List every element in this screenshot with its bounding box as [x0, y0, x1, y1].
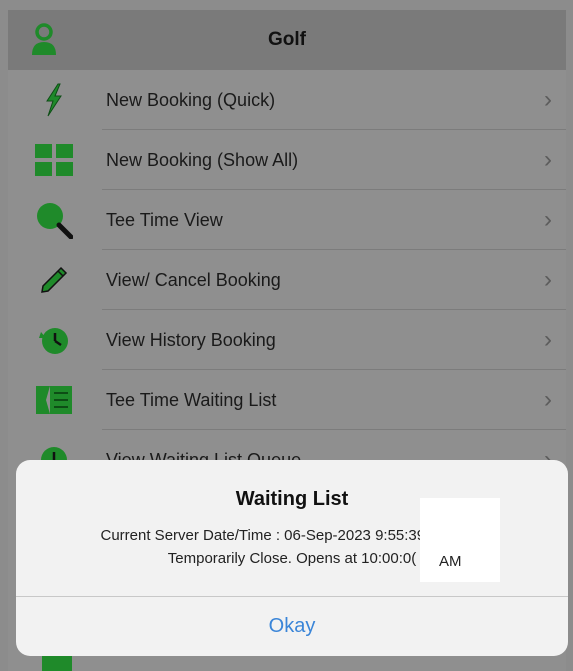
page-title: Golf [268, 29, 306, 50]
lightning-icon [34, 82, 74, 118]
history-clock-icon [34, 322, 74, 358]
chevron-right-icon: › [544, 266, 552, 293]
menu-item-label: View/ Cancel Booking [106, 270, 281, 290]
chevron-right-icon: › [544, 386, 552, 413]
menu-item-view-history-booking[interactable]: View History Booking › [8, 310, 566, 370]
okay-button[interactable]: Okay [16, 597, 568, 656]
menu-item-label: Tee Time Waiting List [106, 390, 277, 410]
menu-item-view-cancel-booking[interactable]: View/ Cancel Booking › [8, 250, 566, 310]
waiting-list-icon [34, 382, 74, 418]
chevron-right-icon: › [544, 86, 552, 113]
pencil-icon [34, 262, 74, 298]
app-screen: Golf New Booking (Quick) › New Booking (… [0, 0, 573, 671]
menu-item-label: View History Booking [106, 330, 276, 350]
menu-item-label: New Booking (Quick) [106, 90, 276, 110]
menu-item-new-booking-quick[interactable]: New Booking (Quick) › [8, 70, 566, 130]
menu-item-label: Tee Time View [106, 210, 223, 230]
search-icon [34, 202, 74, 239]
user-icon[interactable] [30, 23, 58, 62]
menu-item-new-booking-show-all[interactable]: New Booking (Show All) › [8, 130, 566, 190]
chevron-right-icon: › [544, 206, 552, 233]
chevron-right-icon: › [544, 146, 552, 173]
grid-icon [34, 142, 74, 178]
menu-item-tee-time-view[interactable]: Tee Time View › [8, 190, 566, 250]
menu-item-tee-time-waiting-list[interactable]: Tee Time Waiting List › [8, 370, 566, 430]
redaction-overlay-text: AM [439, 553, 462, 570]
nav-header: Golf [8, 10, 566, 70]
menu-item-label: New Booking (Show All) [106, 150, 299, 170]
chevron-right-icon: › [544, 326, 552, 353]
waiting-list-alert: Waiting List Current Server Date/Time : … [16, 460, 568, 656]
